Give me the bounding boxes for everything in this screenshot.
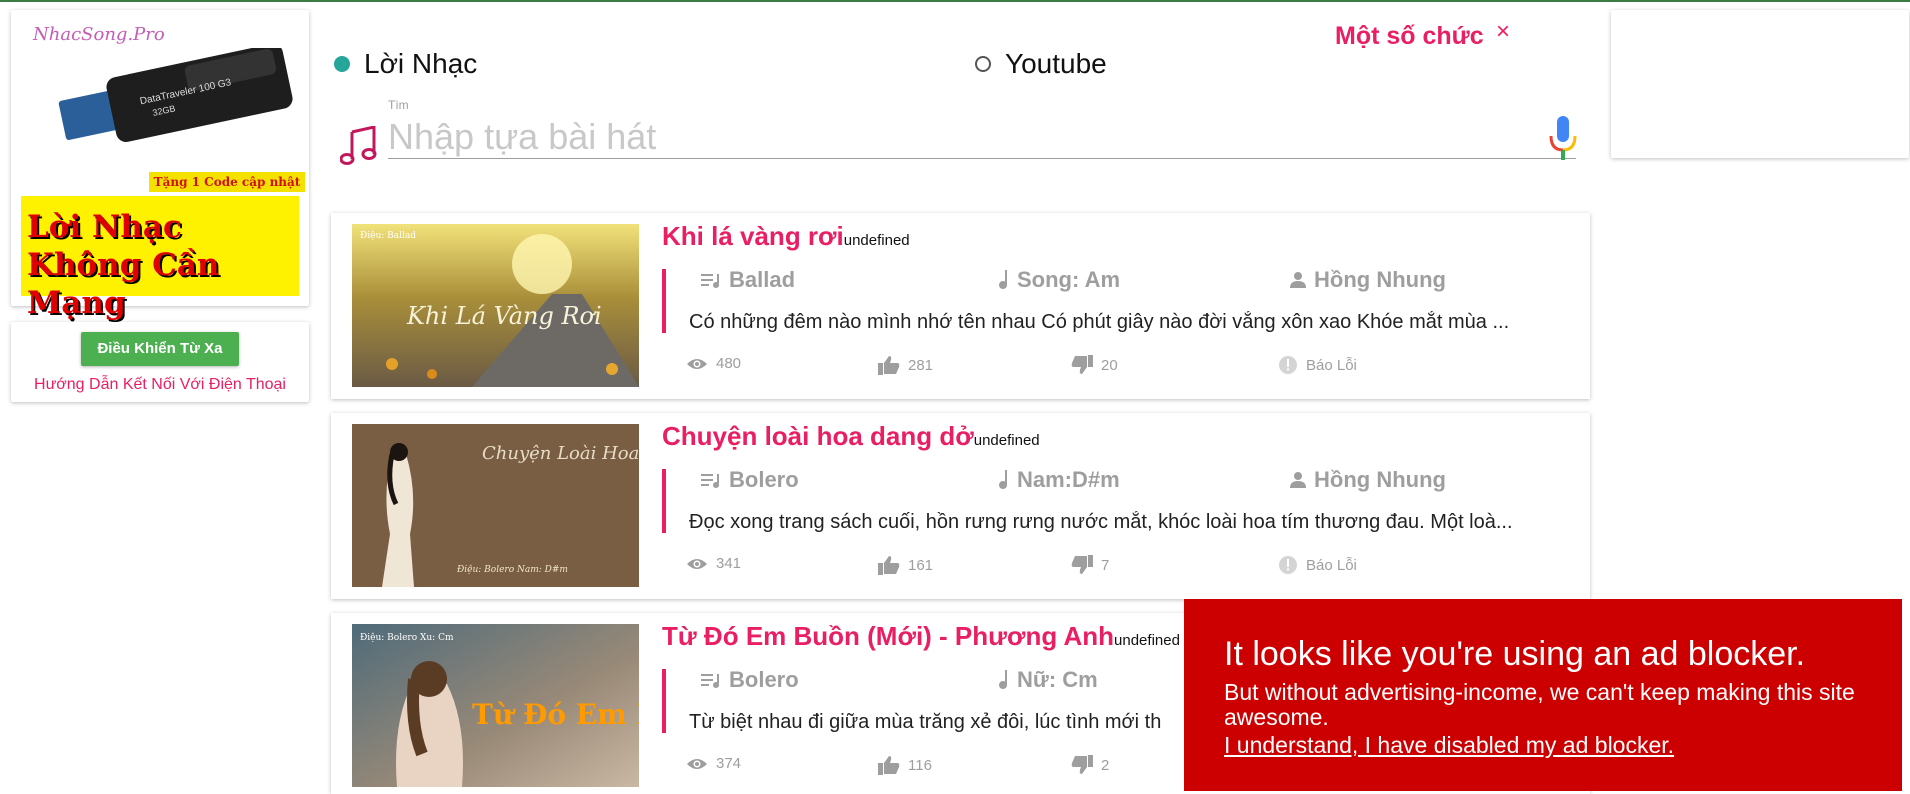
thumb-up-icon (878, 756, 900, 775)
radio-unchecked-icon (975, 56, 991, 72)
radio-checked-icon (334, 56, 350, 72)
genre-label: Bolero (729, 467, 799, 492)
dislike-button[interactable]: 2 (1071, 755, 1109, 775)
song-thumbnail[interactable]: Chuyện Loài Hoa Dang Dở Điệu: Bolero Nam… (352, 424, 639, 587)
key-label: Nữ: Cm (1017, 667, 1098, 692)
remote-control-button[interactable]: Điều Khiển Từ Xa (81, 332, 239, 366)
song-title-link[interactable]: Khi lá vàng rơiundefined (662, 221, 910, 252)
genre-info: Bolero (701, 667, 799, 693)
right-ad-slot (1611, 10, 1909, 158)
thumbnail-note: Điệu: Bolero Nam: D#m (456, 564, 568, 575)
song-title-search-input[interactable] (388, 115, 1576, 159)
playlist-icon (701, 674, 719, 688)
phone-connect-guide-link[interactable]: Hướng Dẫn Kết Nối Với Điện Thoại (11, 376, 309, 394)
eye-icon (687, 758, 707, 769)
remote-control-panel: Điều Khiển Từ Xa Hướng Dẫn Kết Nối Với Đ… (11, 322, 309, 402)
close-icon[interactable]: × (1496, 18, 1510, 46)
views-count: 341 (686, 555, 741, 572)
thumbnail-note: Điệu: Bolero Xu: Cm (360, 632, 454, 643)
playlist-icon (701, 474, 719, 488)
song-title: Khi lá vàng rơi (662, 221, 844, 251)
singer-label: Hồng Nhung (1314, 267, 1446, 292)
mode-lyrics-label: Lời Nhạc (364, 48, 478, 79)
thumbnail-note: Điệu: Ballad (360, 230, 416, 241)
ad-logo: NhacSong.Pro (33, 24, 165, 45)
microphone-icon[interactable] (1548, 116, 1578, 162)
song-title-link[interactable]: Từ Đó Em Buồn (Mới) - Phương Anhundefine… (662, 621, 1180, 652)
accent-bar (662, 269, 666, 333)
views-count: 374 (686, 755, 741, 772)
gift-label: Tặng 1 Code cập nhật (149, 172, 305, 192)
mode-youtube-radio[interactable]: Youtube (975, 48, 1107, 80)
key-label: Nam:D#m (1017, 467, 1120, 492)
song-card[interactable]: Chuyện Loài Hoa Dang Dở Điệu: Bolero Nam… (331, 413, 1590, 599)
key-info: Nam:D#m (997, 467, 1120, 493)
usb-drive-image: DataTraveler 100 G3 32GB (58, 48, 293, 142)
adblocker-notice: It looks like you're using an ad blocker… (1184, 599, 1902, 791)
music-note-small-icon (999, 270, 1007, 289)
song-title-link[interactable]: Chuyện loài hoa dang dởundefined (662, 421, 1040, 452)
key-info: Song: Am (997, 267, 1120, 293)
adblocker-disabled-link[interactable]: I understand, I have disabled my ad bloc… (1224, 732, 1862, 759)
key-info: Nữ: Cm (997, 667, 1098, 693)
alert-icon (1279, 556, 1297, 574)
thumb-up-icon (878, 356, 900, 375)
singer-info: Hồng Nhung (1288, 467, 1446, 493)
genre-label: Bolero (729, 667, 799, 692)
song-thumbnail[interactable]: Điệu: Bolero Xu: Cm Từ Đó Em Buồn (352, 624, 639, 787)
mode-youtube-label: Youtube (1005, 48, 1107, 79)
like-button[interactable]: 116 (878, 755, 932, 775)
eye-icon (687, 358, 707, 369)
key-label: Song: Am (1017, 267, 1121, 292)
genre-info: Bolero (701, 467, 799, 493)
accent-bar (662, 469, 666, 533)
music-note-icon (340, 126, 377, 165)
song-title-suffix: undefined (1114, 632, 1180, 649)
top-border (0, 0, 1910, 2)
adblocker-message: But without advertising-income, we can't… (1224, 679, 1855, 730)
report-error-button[interactable]: Báo Lỗi (1278, 355, 1357, 375)
song-title-suffix: undefined (843, 232, 910, 249)
genre-info: Ballad (701, 267, 795, 293)
thumb-down-icon (1071, 355, 1093, 374)
accent-bar (662, 669, 666, 733)
music-note-small-icon (999, 670, 1007, 689)
song-title-suffix: undefined (973, 432, 1040, 449)
adblocker-title: It looks like you're using an ad blocker… (1224, 635, 1806, 673)
person-icon (1290, 472, 1306, 488)
offline-lyrics-banner: Lời Nhạc Không Cần Mạng (21, 196, 299, 321)
usb-advertisement[interactable]: NhacSong.Pro DataTraveler 100 G3 32GB Tặ… (11, 10, 309, 321)
alert-icon (1279, 356, 1297, 374)
music-note-small-icon (999, 470, 1007, 489)
thumbnail-text: Chuyện Loài Hoa Dang Dở (482, 443, 639, 464)
singer-info: Hồng Nhung (1288, 267, 1446, 293)
report-error-button[interactable]: Báo Lỗi (1278, 555, 1357, 575)
thumb-down-icon (1071, 555, 1093, 574)
song-title: Chuyện loài hoa dang dở (662, 421, 974, 451)
genre-label: Ballad (729, 267, 796, 292)
singer-label: Hồng Nhung (1314, 467, 1446, 492)
dislike-button[interactable]: 20 (1071, 355, 1118, 375)
views-count: 480 (686, 355, 741, 372)
lyrics-preview: Có những đêm nào mình nhớ tên nhau Có ph… (689, 311, 1510, 333)
song-thumbnail[interactable]: Điệu: Ballad Khi Lá Vàng Rơi (352, 224, 639, 387)
like-button[interactable]: 161 (878, 555, 933, 575)
lyrics-preview: Đọc xong trang sách cuối, hồn rưng rưng … (689, 511, 1513, 533)
song-title: Từ Đó Em Buồn (Mới) - Phương Anh (662, 621, 1115, 651)
song-card[interactable]: Điệu: Ballad Khi Lá Vàng Rơi Khi lá vàng… (331, 213, 1590, 399)
features-tip[interactable]: Một số chức (1335, 22, 1484, 51)
thumbnail-text: Từ Đó Em Buồn (472, 698, 639, 731)
eye-icon (687, 558, 707, 569)
dislike-button[interactable]: 7 (1071, 555, 1109, 575)
search-label: Tìm (388, 98, 409, 112)
thumb-up-icon (878, 556, 900, 575)
thumb-down-icon (1071, 755, 1093, 774)
person-icon (1290, 272, 1306, 288)
like-button[interactable]: 281 (878, 355, 933, 375)
thumbnail-text: Khi Lá Vàng Rơi (406, 302, 602, 330)
mode-lyrics-radio[interactable]: Lời Nhạc (334, 48, 477, 80)
playlist-icon (701, 274, 719, 288)
